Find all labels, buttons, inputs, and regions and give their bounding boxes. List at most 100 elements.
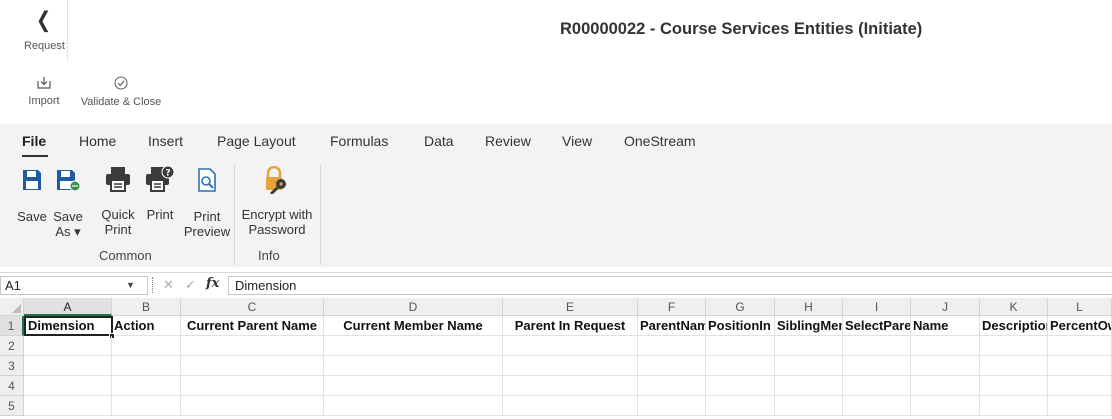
cell-b4[interactable]: [112, 376, 181, 396]
insert-function-icon[interactable]: fx: [206, 276, 219, 291]
tab-review[interactable]: Review: [485, 133, 531, 149]
cell-l1[interactable]: PercentOwnership: [1048, 316, 1112, 336]
column-header-l[interactable]: L: [1048, 298, 1112, 316]
validate-close-button[interactable]: Validate & Close: [76, 76, 166, 108]
cell-f5[interactable]: [638, 396, 706, 416]
cell-e5[interactable]: [503, 396, 638, 416]
row-header-2[interactable]: 2: [0, 336, 24, 356]
save-button[interactable]: Save: [16, 168, 48, 224]
cell-a2[interactable]: [24, 336, 112, 356]
tab-insert[interactable]: Insert: [148, 133, 183, 149]
cell-g3[interactable]: [706, 356, 775, 376]
cell-i3[interactable]: [843, 356, 911, 376]
cell-j2[interactable]: [911, 336, 980, 356]
cell-d4[interactable]: [324, 376, 503, 396]
row-header-3[interactable]: 3: [0, 356, 24, 376]
cell-a4[interactable]: [24, 376, 112, 396]
cell-f3[interactable]: [638, 356, 706, 376]
tab-onestream[interactable]: OneStream: [624, 133, 696, 149]
cell-e3[interactable]: [503, 356, 638, 376]
tab-page-layout[interactable]: Page Layout: [217, 133, 296, 149]
cell-d2[interactable]: [324, 336, 503, 356]
cell-d1[interactable]: Current Member Name: [324, 316, 503, 336]
column-header-a[interactable]: A: [24, 298, 112, 316]
cell-i2[interactable]: [843, 336, 911, 356]
cell-h3[interactable]: [775, 356, 843, 376]
cell-f4[interactable]: [638, 376, 706, 396]
cell-i5[interactable]: [843, 396, 911, 416]
cell-g2[interactable]: [706, 336, 775, 356]
quick-print-button[interactable]: Quick Print: [96, 166, 140, 237]
cell-g5[interactable]: [706, 396, 775, 416]
cell-j5[interactable]: [911, 396, 980, 416]
formula-input[interactable]: Dimension: [228, 276, 1112, 295]
print-button[interactable]: ? Print: [140, 165, 180, 222]
cell-f2[interactable]: [638, 336, 706, 356]
cell-k2[interactable]: [980, 336, 1048, 356]
cell-h2[interactable]: [775, 336, 843, 356]
cell-c1[interactable]: Current Parent Name: [181, 316, 324, 336]
row-header-1[interactable]: 1: [0, 316, 24, 336]
enter-check-icon[interactable]: ✓: [185, 277, 196, 293]
cell-g1[interactable]: PositionIn: [706, 316, 775, 336]
column-header-g[interactable]: G: [706, 298, 775, 316]
cell-d3[interactable]: [324, 356, 503, 376]
print-preview-button[interactable]: Print Preview: [182, 168, 232, 239]
cell-b3[interactable]: [112, 356, 181, 376]
tab-data[interactable]: Data: [424, 133, 454, 149]
select-all-corner[interactable]: [0, 298, 24, 316]
cell-l3[interactable]: [1048, 356, 1112, 376]
column-header-i[interactable]: I: [843, 298, 911, 316]
cell-k4[interactable]: [980, 376, 1048, 396]
cell-k5[interactable]: [980, 396, 1048, 416]
row-header-4[interactable]: 4: [0, 376, 24, 396]
encrypt-password-button[interactable]: Encrypt with Password: [240, 165, 314, 237]
cell-c4[interactable]: [181, 376, 324, 396]
back-to-request-button[interactable]: ❮ Request: [0, 0, 68, 60]
tab-home[interactable]: Home: [79, 133, 116, 149]
cell-i4[interactable]: [843, 376, 911, 396]
cell-e4[interactable]: [503, 376, 638, 396]
cell-e1[interactable]: Parent In Request: [503, 316, 638, 336]
cell-c5[interactable]: [181, 396, 324, 416]
formula-bar-grip[interactable]: [152, 277, 155, 293]
cell-a5[interactable]: [24, 396, 112, 416]
cell-l4[interactable]: [1048, 376, 1112, 396]
column-header-j[interactable]: J: [911, 298, 980, 316]
cell-d5[interactable]: [324, 396, 503, 416]
column-header-d[interactable]: D: [324, 298, 503, 316]
cell-a3[interactable]: [24, 356, 112, 376]
cell-k3[interactable]: [980, 356, 1048, 376]
cell-j3[interactable]: [911, 356, 980, 376]
column-header-f[interactable]: F: [638, 298, 706, 316]
tab-file[interactable]: File: [22, 133, 46, 149]
column-header-c[interactable]: C: [181, 298, 324, 316]
cell-c2[interactable]: [181, 336, 324, 356]
cancel-icon[interactable]: ✕: [163, 277, 174, 293]
cell-j1[interactable]: Name: [911, 316, 980, 336]
row-header-5[interactable]: 5: [0, 396, 24, 416]
cell-a1[interactable]: Dimension: [24, 316, 113, 336]
cell-j4[interactable]: [911, 376, 980, 396]
cell-l2[interactable]: [1048, 336, 1112, 356]
cell-e2[interactable]: [503, 336, 638, 356]
cell-g4[interactable]: [706, 376, 775, 396]
cell-b2[interactable]: [112, 336, 181, 356]
cell-h5[interactable]: [775, 396, 843, 416]
column-header-b[interactable]: B: [112, 298, 181, 316]
cell-h1[interactable]: SiblingMember: [775, 316, 843, 336]
name-box-dropdown-icon[interactable]: ▼: [126, 280, 135, 290]
cell-i1[interactable]: SelectParent: [843, 316, 911, 336]
column-header-e[interactable]: E: [503, 298, 638, 316]
column-header-h[interactable]: H: [775, 298, 843, 316]
cell-k1[interactable]: Description: [980, 316, 1048, 336]
column-header-k[interactable]: K: [980, 298, 1048, 316]
cell-b1[interactable]: Action: [112, 316, 181, 336]
cell-b5[interactable]: [112, 396, 181, 416]
cell-c3[interactable]: [181, 356, 324, 376]
cell-l5[interactable]: [1048, 396, 1112, 416]
tab-view[interactable]: View: [562, 133, 592, 149]
tab-formulas[interactable]: Formulas: [330, 133, 388, 149]
cell-h4[interactable]: [775, 376, 843, 396]
cell-f1[interactable]: ParentName: [638, 316, 706, 336]
